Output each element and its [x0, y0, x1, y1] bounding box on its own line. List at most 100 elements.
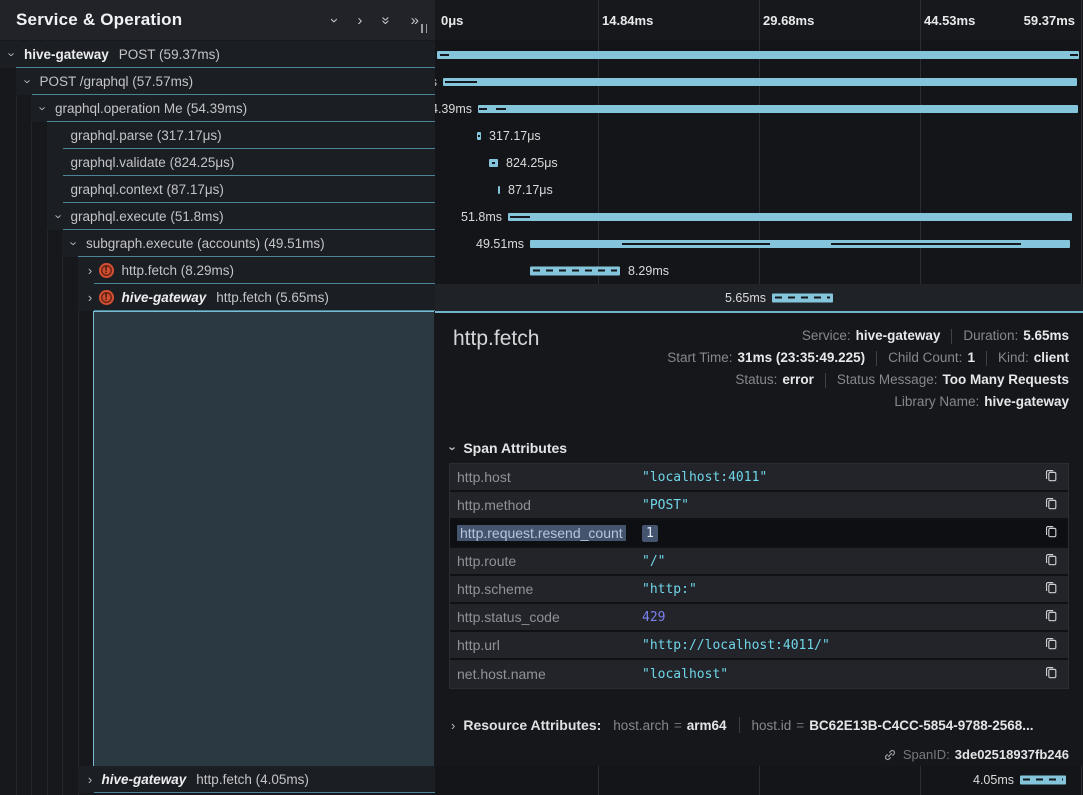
- chevron-right-icon[interactable]: ›: [83, 772, 98, 787]
- copy-icon[interactable]: [1034, 552, 1068, 571]
- span-detail-title: http.fetch: [453, 327, 539, 351]
- span-name: subgraph.execute (accounts) (49.51ms): [86, 236, 325, 251]
- chevron-right-icon[interactable]: ›: [83, 263, 98, 278]
- child-span-mark: [445, 81, 477, 83]
- chevron-down-icon: ›: [451, 441, 455, 456]
- span-tree-row[interactable]: graphql.context (87.17μs): [47, 176, 436, 203]
- attribute-row: http.scheme"http:": [450, 576, 1068, 604]
- copy-icon[interactable]: [1034, 524, 1068, 543]
- error-icon: !: [99, 290, 114, 305]
- attribute-value-text: "POST": [642, 498, 689, 513]
- copy-icon[interactable]: [1034, 580, 1068, 599]
- link-icon[interactable]: [883, 748, 897, 762]
- span-tree-row[interactable]: graphql.validate (824.25μs): [47, 149, 436, 176]
- span-duration-label: 5.65ms: [725, 291, 766, 305]
- detail-meta-item: Start Time:31ms (23:35:49.225): [667, 349, 865, 367]
- chevron-down-icon[interactable]: ›: [52, 209, 67, 224]
- double-chevron-down-icon[interactable]: »: [382, 13, 390, 28]
- chevron-down-icon[interactable]: ›: [67, 236, 82, 251]
- copy-icon[interactable]: [1034, 636, 1068, 655]
- copy-icon[interactable]: [1034, 496, 1068, 515]
- detail-meta-line: Service:hive-gatewayDuration:5.65ms: [802, 325, 1069, 347]
- span-bar[interactable]: [508, 213, 1072, 221]
- detail-meta-value: Too Many Requests: [942, 372, 1069, 387]
- span-bar[interactable]: [772, 293, 833, 302]
- chevron-down-icon[interactable]: ›: [21, 74, 36, 89]
- span-bar[interactable]: [443, 78, 1077, 86]
- span-duration-label: 4.05ms: [973, 773, 1014, 787]
- attribute-key: http.status_code: [450, 609, 642, 625]
- span-name: graphql.parse (317.17μs): [71, 128, 222, 143]
- detail-meta-item: Library Name:hive-gateway: [894, 393, 1069, 411]
- panel-title: Service & Operation: [16, 10, 332, 30]
- attribute-key: http.route: [450, 553, 642, 569]
- detail-meta-line: Status:errorStatus Message:Too Many Requ…: [735, 369, 1069, 391]
- span-bar[interactable]: [478, 105, 1078, 113]
- span-bar[interactable]: [489, 159, 498, 167]
- span-bar[interactable]: [498, 186, 500, 194]
- child-span-mark: [440, 54, 449, 56]
- detail-meta-value: client: [1034, 350, 1069, 365]
- timeline-row: 824.25μs: [435, 149, 1083, 176]
- detail-meta-value: 5.65ms: [1023, 328, 1069, 343]
- copy-icon[interactable]: [1034, 468, 1068, 487]
- resource-attributes-header[interactable]: Resource Attributes:: [463, 717, 601, 733]
- span-tree-row[interactable]: ›graphql.execute (51.8ms): [47, 203, 436, 230]
- copy-icon[interactable]: [1034, 608, 1068, 627]
- detail-meta-line: Library Name:hive-gateway: [894, 391, 1069, 413]
- attribute-value-text: 1: [642, 525, 658, 542]
- span-tree-row[interactable]: ›graphql.operation Me (54.39ms): [31, 95, 435, 122]
- span-bar[interactable]: [530, 266, 620, 275]
- span-bar[interactable]: [530, 240, 1070, 248]
- span-attributes-header[interactable]: › Span Attributes: [451, 440, 567, 456]
- detail-meta-value: hive-gateway: [856, 328, 941, 343]
- chevron-down-icon[interactable]: ›: [332, 13, 337, 28]
- tree-panel-header: Service & Operation › › » »: [0, 0, 435, 40]
- meta-separator: [876, 351, 877, 366]
- span-duration-label: 87.17μs: [508, 183, 553, 197]
- attribute-key: http.scheme: [450, 581, 642, 597]
- span-tree-row[interactable]: ›!http.fetch (8.29ms): [78, 257, 436, 284]
- chevron-down-icon[interactable]: ›: [36, 101, 51, 116]
- resource-key: host.arch: [613, 718, 669, 733]
- detail-meta-label: Kind:: [998, 350, 1029, 365]
- span-tree-row[interactable]: ›!hive-gatewayhttp.fetch (5.65ms): [78, 284, 436, 311]
- chevron-right-icon[interactable]: ›: [83, 290, 98, 305]
- span-tree-row[interactable]: › subgraph.execute (accounts) (49.51ms): [62, 230, 435, 257]
- attribute-row: http.method"POST": [450, 492, 1068, 520]
- span-tree-row[interactable]: ›hive-gatewayhttp.fetch (4.05ms): [78, 766, 436, 793]
- attribute-key: net.host.name: [450, 666, 642, 682]
- span-id-row: SpanID: 3de02518937fb246: [883, 747, 1069, 762]
- span-tree-row[interactable]: graphql.parse (317.17μs): [47, 122, 436, 149]
- span-bar[interactable]: [1020, 775, 1066, 784]
- chevron-right-icon[interactable]: ›: [357, 13, 362, 28]
- attribute-row: http.host"localhost:4011": [450, 464, 1068, 492]
- service-name: hive-gateway: [24, 47, 109, 62]
- tree-toolbar: › › » »: [332, 13, 419, 28]
- attribute-key: http.url: [450, 637, 642, 653]
- span-tree-row[interactable]: › hive-gateway POST (59.37ms): [0, 41, 435, 68]
- panel-resize-handle[interactable]: [421, 24, 427, 33]
- detail-meta-line: Start Time:31ms (23:35:49.225) Child Coun…: [667, 347, 1069, 369]
- detail-meta-value: 31ms (23:35:49.225): [738, 350, 866, 365]
- attribute-key-text: http.host: [457, 469, 511, 485]
- attribute-value: "http://localhost:4011/": [642, 638, 1034, 653]
- span-bar[interactable]: [477, 132, 481, 140]
- attribute-row: http.url"http://localhost:4011/": [450, 632, 1068, 660]
- span-name: graphql.context (87.17μs): [71, 182, 224, 197]
- timeline-row: 87.17μs: [435, 176, 1083, 203]
- span-bar[interactable]: [437, 51, 1079, 59]
- child-span-mark: [510, 216, 530, 218]
- span-name: POST (59.37ms): [119, 47, 220, 62]
- double-chevron-right-icon[interactable]: »: [411, 13, 419, 28]
- timeline-row: 59.37ms: [435, 41, 1083, 68]
- chevron-down-icon[interactable]: ›: [5, 47, 20, 62]
- span-tree-row[interactable]: ›POST /graphql (57.57ms): [16, 68, 436, 95]
- ruler-tick: 29.68ms: [763, 13, 814, 28]
- ruler-tick: 14.84ms: [602, 13, 653, 28]
- span-duration-label: 49.51ms: [476, 237, 524, 251]
- timeline-row: 5.65ms: [435, 284, 1083, 311]
- copy-icon[interactable]: [1034, 665, 1068, 684]
- detail-meta-item: Child Count:1: [888, 349, 975, 367]
- ruler-tick: 59.37ms: [1024, 13, 1075, 28]
